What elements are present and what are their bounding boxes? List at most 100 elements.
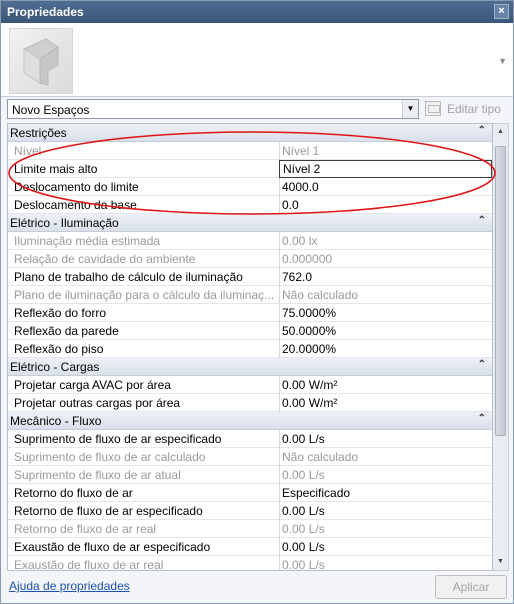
column-divider[interactable] [279, 286, 280, 304]
property-name: Plano de iluminação para o cálculo da il… [14, 288, 275, 302]
property-row: Nível Nível 1 [8, 142, 492, 160]
property-name: Suprimento de fluxo de ar calculado [14, 450, 206, 464]
edit-type-icon [425, 101, 441, 116]
property-name: Relação de cavidade do ambiente [14, 252, 196, 266]
property-value[interactable]: Especificado [282, 486, 490, 500]
property-name: Retorno de fluxo de ar especificado [14, 504, 203, 518]
property-name: Reflexão do forro [14, 306, 107, 320]
property-row: Exaustão de fluxo de ar real 0.00 L/s [8, 556, 492, 571]
column-divider[interactable] [279, 268, 280, 286]
column-divider[interactable] [279, 466, 280, 484]
property-row: Retorno de fluxo de ar especificado 0.00 … [8, 502, 492, 520]
property-row: Limite mais alto Nível 2 [8, 160, 492, 178]
property-value[interactable]: 75.0000% [282, 306, 490, 320]
property-value: 0.000000 [282, 252, 333, 266]
column-divider[interactable] [279, 484, 280, 502]
property-value[interactable]: 0.00 L/s [282, 432, 490, 446]
category-label: Elétrico - Cargas [10, 360, 100, 374]
property-value[interactable]: 0.00 L/s [282, 540, 490, 554]
preview-scroll-icon[interactable]: ▼ [498, 56, 507, 66]
scroll-up-icon[interactable]: ▲ [493, 124, 508, 140]
property-row: Deslocamento da base 0.0 [8, 196, 492, 214]
property-value[interactable]: 50.0000% [282, 324, 490, 338]
close-icon[interactable]: × [494, 4, 509, 19]
column-divider[interactable] [279, 196, 280, 214]
properties-panel: Propriedades × ▼ Novo Espaços ▼ Editar t… [0, 0, 514, 604]
category-header[interactable]: Elétrico - Cargas ⌃ [8, 358, 492, 376]
property-row: Projetar carga AVAC por área 0.00 W/m² [8, 376, 492, 394]
property-value: Nível 1 [282, 144, 320, 158]
property-name: Deslocamento do limite [14, 180, 139, 194]
property-value[interactable]: 0.00 L/s [282, 504, 490, 518]
apply-button[interactable]: Aplicar [435, 575, 507, 599]
help-link[interactable]: Ajuda de propriedades [9, 579, 130, 593]
property-value[interactable]: 4000.0 [282, 180, 490, 194]
scrollbar-thumb[interactable] [495, 146, 506, 436]
vertical-scrollbar[interactable]: ▲ ▼ [493, 123, 509, 571]
collapse-icon[interactable]: ⌃ [478, 125, 486, 136]
property-name: Reflexão do piso [14, 342, 104, 356]
property-row: Relação de cavidade do ambiente 0.000000 [8, 250, 492, 268]
property-row: Iluminação média estimada 0.00 lx [8, 232, 492, 250]
property-row: Suprimento de fluxo de ar calculado Não c… [8, 448, 492, 466]
property-name: Reflexão da parede [14, 324, 119, 338]
property-value: Não calculado [282, 288, 359, 302]
type-selector-dropdown[interactable]: Novo Espaços ▼ [7, 99, 419, 119]
property-value[interactable]: Nível 2 [279, 160, 492, 178]
collapse-icon[interactable]: ⌃ [478, 413, 486, 424]
property-value: 0.00 L/s [282, 468, 325, 482]
property-row: Plano de iluminação para o cálculo da il… [8, 286, 492, 304]
chevron-down-icon[interactable]: ▼ [402, 100, 418, 118]
column-divider[interactable] [279, 142, 280, 160]
property-name: Suprimento de fluxo de ar especificado [14, 432, 222, 446]
property-value: Não calculado [282, 450, 359, 464]
column-divider[interactable] [279, 376, 280, 394]
property-value[interactable]: 0.00 W/m² [282, 396, 490, 410]
column-divider[interactable] [279, 448, 280, 466]
panel-title: Propriedades [7, 5, 84, 19]
property-value[interactable]: 20.0000% [282, 342, 490, 356]
category-header[interactable]: Elétrico - Iluminação ⌃ [8, 214, 492, 232]
property-name: Nível [14, 144, 42, 158]
column-divider[interactable] [279, 556, 280, 570]
title-bar[interactable]: Propriedades × [1, 1, 513, 23]
category-header[interactable]: Restrições ⌃ [8, 124, 492, 142]
type-selector-value: Novo Espaços [12, 103, 90, 117]
property-row: Projetar outras cargas por área 0.00 W/m² [8, 394, 492, 412]
column-divider[interactable] [279, 340, 280, 358]
column-divider[interactable] [279, 394, 280, 412]
property-value[interactable]: 0.00 W/m² [282, 378, 490, 392]
property-name: Projetar carga AVAC por área [14, 378, 171, 392]
property-row: Suprimento de fluxo de ar atual 0.00 L/s [8, 466, 492, 484]
column-divider[interactable] [279, 538, 280, 556]
property-value[interactable]: 762.0 [282, 270, 490, 284]
property-name: Retorno do fluxo de ar [14, 486, 133, 500]
properties-grid: Restrições ⌃ Nível Nível 1 Limite mais alto N… [7, 123, 493, 571]
column-divider[interactable] [279, 232, 280, 250]
type-selector-row: Novo Espaços ▼ Editar tipo [1, 97, 513, 121]
column-divider[interactable] [279, 178, 280, 196]
property-name: Retorno de fluxo de ar real [14, 522, 157, 536]
property-row: Retorno de fluxo de ar real 0.00 L/s [8, 520, 492, 538]
property-name: Projetar outras cargas por área [14, 396, 181, 410]
space-type-icon [22, 38, 59, 86]
column-divider[interactable] [279, 304, 280, 322]
collapse-icon[interactable]: ⌃ [478, 359, 486, 370]
column-divider[interactable] [279, 322, 280, 340]
panel-footer: Ajuda de propriedades Aplicar [1, 573, 513, 603]
property-name: Suprimento de fluxo de ar atual [14, 468, 181, 482]
property-value: 0.00 L/s [282, 558, 325, 571]
type-preview-area: ▼ [1, 23, 513, 97]
scroll-down-icon[interactable]: ▼ [493, 554, 508, 570]
column-divider[interactable] [279, 430, 280, 448]
column-divider[interactable] [279, 502, 280, 520]
category-header[interactable]: Mecânico - Fluxo ⌃ [8, 412, 492, 430]
property-row: Reflexão do forro 75.0000% [8, 304, 492, 322]
collapse-icon[interactable]: ⌃ [478, 215, 486, 226]
property-name: Exaustão de fluxo de ar especificado [14, 540, 211, 554]
property-row: Plano de trabalho de cálculo de iluminaç… [8, 268, 492, 286]
property-row: Deslocamento do limite 4000.0 [8, 178, 492, 196]
column-divider[interactable] [279, 520, 280, 538]
property-value[interactable]: 0.0 [282, 198, 490, 212]
column-divider[interactable] [279, 250, 280, 268]
